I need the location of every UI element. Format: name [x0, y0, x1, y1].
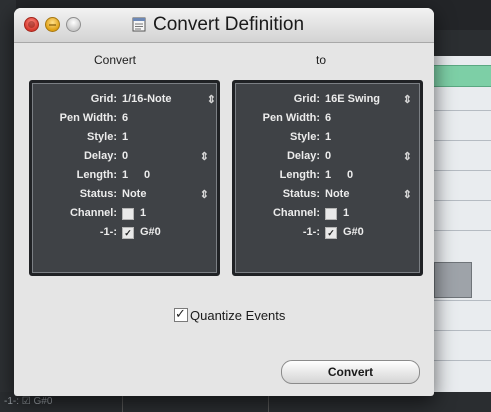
style-value: 1 [122, 131, 129, 143]
style-value: 1 [325, 131, 332, 143]
grid-label: Grid: [293, 93, 320, 105]
convert-header: Convert [94, 53, 137, 67]
pen-width-value: 6 [122, 112, 129, 124]
channel-value: 1 [140, 207, 147, 219]
pen-width-row[interactable]: Pen Width: 6 [235, 112, 420, 130]
grid-row[interactable]: Grid: 1/16-Note ⇕ [32, 93, 217, 111]
minimize-window-button[interactable] [45, 17, 60, 32]
quantize-events-option[interactable]: Quantize Events [174, 306, 286, 323]
length-label: Length: [279, 169, 320, 181]
window-title: Convert Definition [153, 14, 305, 35]
grid-value: 16E Swing [325, 93, 381, 105]
quantize-events-label: Quantize Events [190, 308, 286, 323]
status-row[interactable]: Status: Note ⇕ [235, 188, 420, 206]
channel-label: Channel: [272, 207, 320, 219]
channel-checkbox[interactable] [122, 208, 134, 220]
channel-checkbox[interactable] [325, 208, 337, 220]
status-stepper-icon[interactable]: ⇕ [403, 188, 412, 201]
convert-definition-dialog: Convert Definition Convert to Grid: 1/16… [14, 8, 434, 396]
length-row[interactable]: Length: 1 0 [32, 169, 217, 187]
channel-value: 1 [343, 207, 350, 219]
background-gridline [428, 300, 491, 301]
background-gridline [428, 140, 491, 141]
pen-width-value: 6 [325, 112, 332, 124]
title-bar[interactable]: Convert Definition [14, 8, 434, 43]
grid-stepper-icon[interactable]: ⇕ [207, 93, 216, 106]
grid-value: 1/16-Note [122, 93, 172, 105]
length-row[interactable]: Length: 1 0 [235, 169, 420, 187]
length-value-ticks: 0 [144, 169, 151, 181]
background-track-header [428, 30, 491, 56]
background-gridline [428, 110, 491, 111]
zoom-window-button[interactable] [66, 17, 81, 32]
length-label: Length: [76, 169, 117, 181]
quantize-events-checkbox[interactable] [174, 306, 188, 322]
pitch-checkbox[interactable]: ✓ [122, 227, 134, 239]
grid-label: Grid: [90, 93, 117, 105]
status-label: Status: [282, 188, 320, 200]
background-gridline [428, 170, 491, 171]
document-icon [132, 17, 146, 32]
channel-label: Channel: [69, 207, 117, 219]
background-note-block [434, 262, 472, 298]
pitch-row[interactable]: -1-: ✓ G#0 [235, 226, 420, 244]
status-value: Note [325, 188, 350, 200]
pitch-label: -1-: [302, 226, 320, 238]
pitch-value: G#0 [140, 226, 161, 238]
grid-row[interactable]: Grid: 16E Swing ⇕ [235, 93, 420, 111]
length-value: 1 [325, 169, 332, 181]
status-label: Status: [79, 188, 117, 200]
pitch-checkbox[interactable]: ✓ [325, 227, 337, 239]
delay-stepper-icon[interactable]: ⇕ [200, 150, 209, 163]
pen-width-row[interactable]: Pen Width: 6 [32, 112, 217, 130]
background-gridline [428, 230, 491, 231]
style-row[interactable]: Style: 1 [32, 131, 217, 149]
delay-stepper-icon[interactable]: ⇕ [403, 150, 412, 163]
delay-row[interactable]: Delay: 0 ⇕ [32, 150, 217, 168]
delay-label: Delay: [83, 150, 117, 162]
source-definition-panel: Grid: 1/16-Note ⇕ Pen Width: 6 Style: 1 … [29, 80, 220, 276]
background-bottom-label: -1-: ☑ G#0 [4, 396, 53, 407]
background-gridline [428, 200, 491, 201]
length-value: 1 [122, 169, 129, 181]
convert-button[interactable]: Convert [281, 360, 420, 384]
target-definition-panel: Grid: 16E Swing ⇕ Pen Width: 6 Style: 1 … [232, 80, 423, 276]
style-row[interactable]: Style: 1 [235, 131, 420, 149]
background-region [428, 65, 491, 87]
length-value-ticks: 0 [347, 169, 354, 181]
to-header: to [316, 53, 327, 67]
status-value: Note [122, 188, 147, 200]
pitch-label: -1-: [99, 226, 117, 238]
background-gridline [428, 360, 491, 361]
delay-value: 0 [325, 150, 332, 162]
pitch-row[interactable]: -1-: ✓ G#0 [32, 226, 217, 244]
background-gridline [428, 330, 491, 331]
channel-row[interactable]: Channel: 1 [32, 207, 217, 225]
background-track-area [428, 30, 491, 412]
pen-width-label: Pen Width: [262, 112, 320, 124]
delay-row[interactable]: Delay: 0 ⇕ [235, 150, 420, 168]
style-label: Style: [290, 131, 320, 143]
channel-row[interactable]: Channel: 1 [235, 207, 420, 225]
delay-value: 0 [122, 150, 129, 162]
status-stepper-icon[interactable]: ⇕ [200, 188, 209, 201]
grid-stepper-icon[interactable]: ⇕ [403, 93, 412, 106]
status-row[interactable]: Status: Note ⇕ [32, 188, 217, 206]
delay-label: Delay: [286, 150, 320, 162]
style-label: Style: [87, 131, 117, 143]
pitch-value: G#0 [343, 226, 364, 238]
close-window-button[interactable] [24, 17, 39, 32]
pen-width-label: Pen Width: [59, 112, 117, 124]
